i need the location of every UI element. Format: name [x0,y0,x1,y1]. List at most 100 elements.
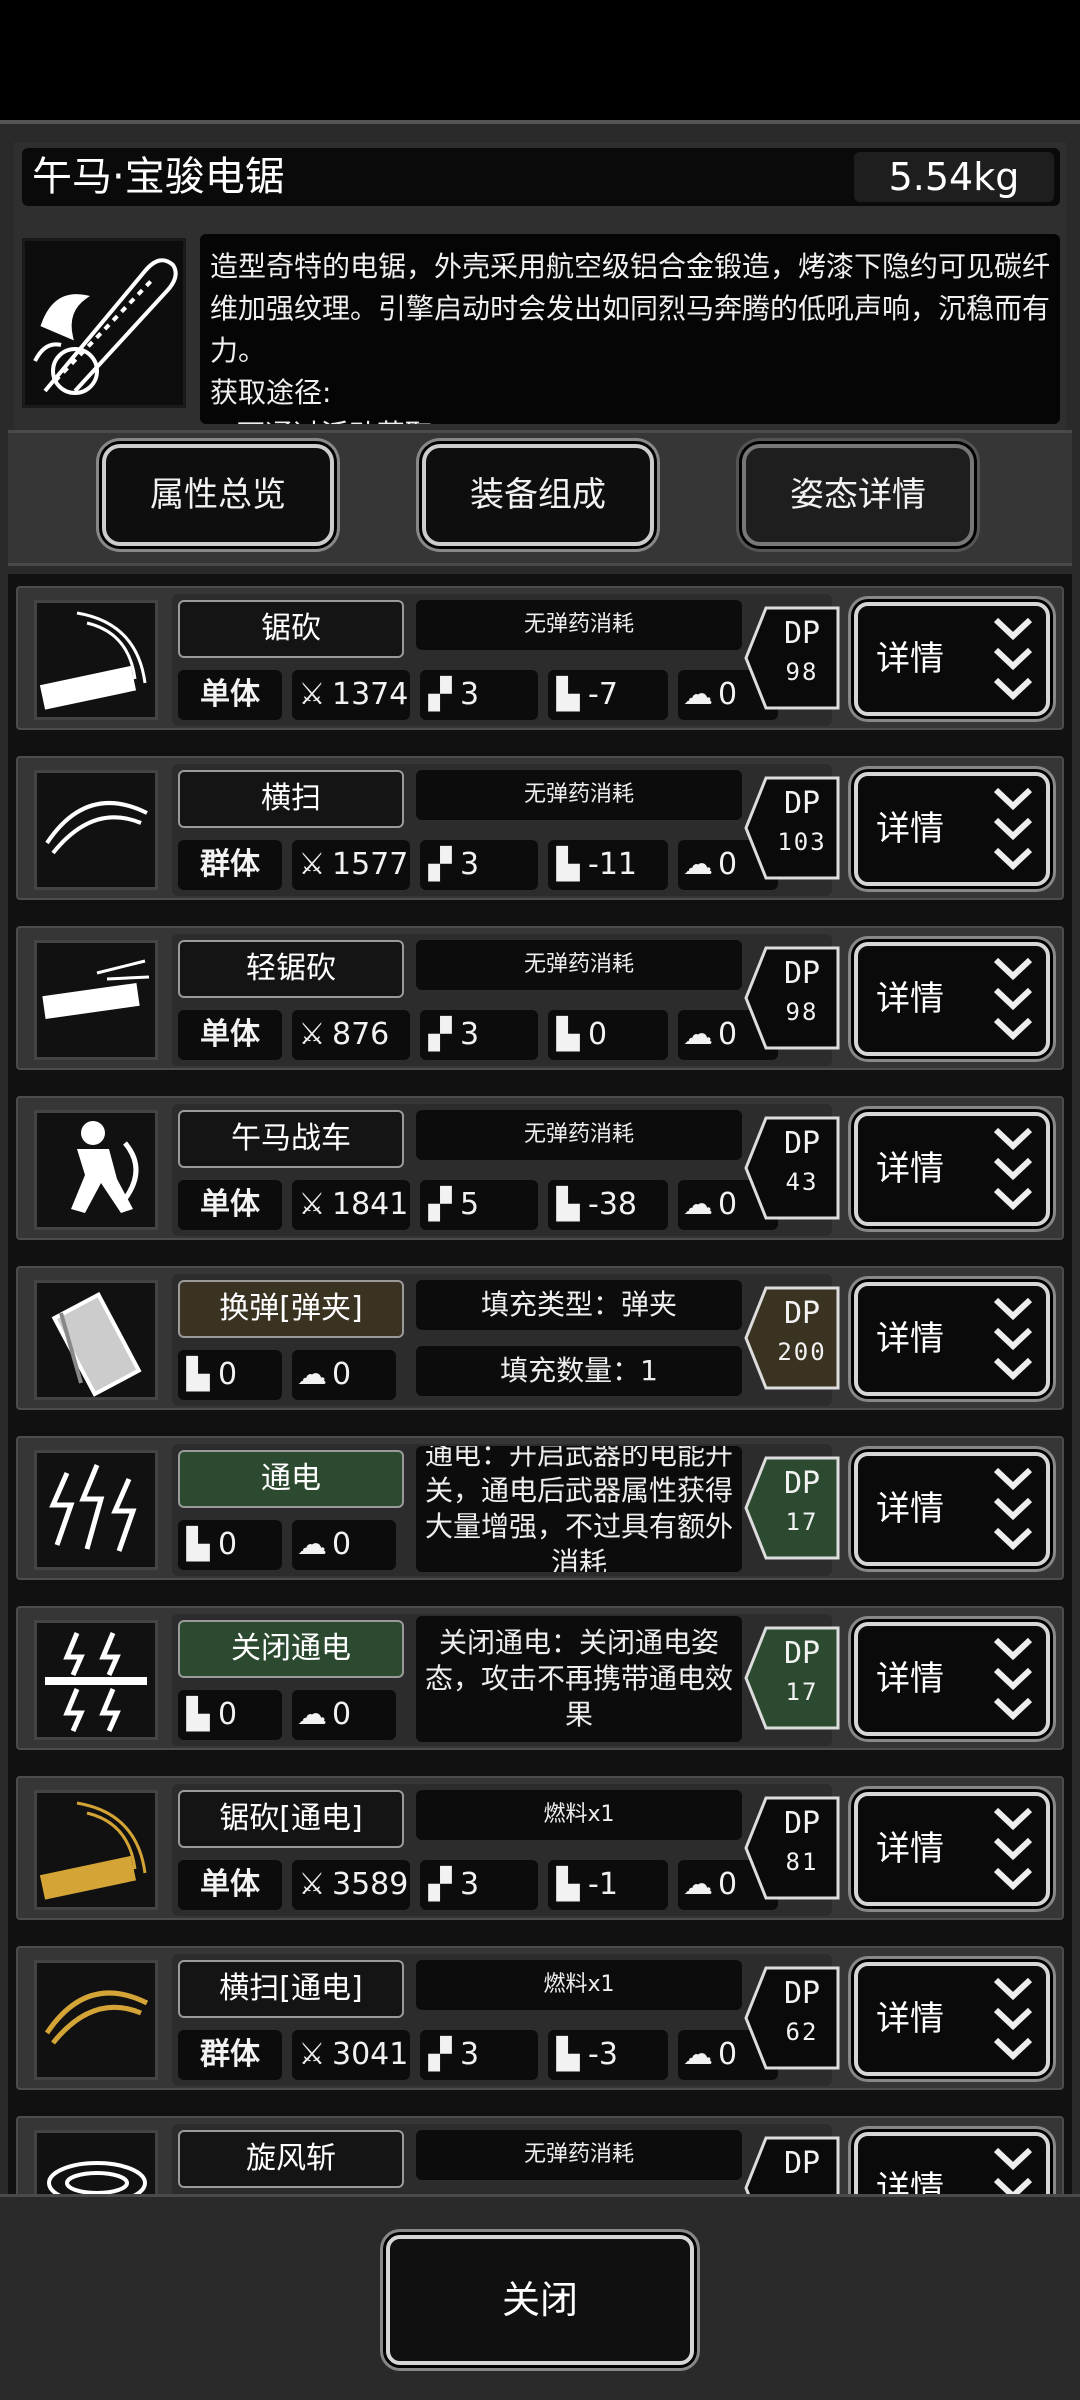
dp-value: 17 [785,1678,819,1706]
chainsaw-icon [22,238,186,408]
steps-icon: ▞ [428,677,452,712]
sweep-icon [34,770,158,890]
dp-badge: DP 17 [744,1626,840,1730]
weapon-description: 造型奇特的电锯，外壳采用航空级铝合金锻造，烤漆下隐约可见碳纤维加强纹理。引擎启动… [210,250,1051,367]
close-button[interactable]: 关闭 [386,2235,694,2365]
skill-name: 午马战车 [178,1110,404,1168]
detail-button[interactable]: 详情 [854,942,1050,1056]
boot-stat: ▙ -3 [548,2030,668,2080]
detail-button[interactable]: 详情 [854,1622,1050,1736]
boot-icon: ▙ [186,1697,210,1732]
detail-button[interactable]: 详情 [854,1452,1050,1566]
sword-icon: ⚔ [298,2037,326,2072]
speed-stat: ▞ 3 [420,1010,538,1060]
lightning-icon [34,1450,158,1570]
weapon-detail-panel: 午马·宝骏电锯 5.54kg 造型奇特的电锯，外壳采用航空级铝合金锻造，烤漆下隐… [0,120,1080,2400]
brain-stat: ☁ 0 [292,1690,396,1740]
power-off-icon [34,1620,158,1740]
boot-icon: ▙ [556,677,580,712]
speed-stat: ▞ 3 [420,670,538,720]
dp-value: 81 [785,1848,819,1876]
tab-stance-details[interactable]: 姿态详情 [742,444,974,546]
title-bar: 午马·宝骏电锯 5.54kg [22,148,1060,206]
light-saw-icon [34,940,158,1060]
boot-stat: ▙ -38 [548,1180,668,1230]
brain-icon: ☁ [683,2037,713,2072]
skill-info: 通电：开启武器的电能开关，通电后武器属性获得大量增强，不过具有额外消耗 [416,1446,742,1572]
attack-stat: ⚔ 3041 [292,2030,410,2080]
skill-info: 燃料x1 [416,1960,742,2010]
skill-name: 横扫[通电] [178,1960,404,2018]
boot-icon: ▙ [186,1527,210,1562]
chevron-down-icon [993,617,1033,701]
tab-equipment-composition[interactable]: 装备组成 [422,444,654,546]
speed-stat: ▞ 3 [420,840,538,890]
target-type: 群体 [178,2030,282,2080]
dp-value: 98 [785,658,819,686]
skill-name: 通电 [178,1450,404,1508]
sword-icon: ⚔ [298,847,326,882]
boot-icon: ▙ [556,1187,580,1222]
dp-value: 43 [785,1168,819,1196]
detail-button[interactable]: 详情 [854,602,1050,716]
chevron-down-icon [993,1637,1033,1721]
weapon-name: 午马·宝骏电锯 [32,154,285,200]
magazine-icon [34,1280,158,1400]
brain-icon: ☁ [683,1187,713,1222]
steps-icon: ▞ [428,847,452,882]
dp-badge: DP 17 [744,1456,840,1560]
dp-badge: DP 81 [744,1796,840,1900]
dp-value: 200 [777,1338,827,1366]
brain-stat: ☁ 0 [292,1520,396,1570]
skill-name: 轻锯砍 [178,940,404,998]
detail-button[interactable]: 详情 [854,1962,1050,2076]
skill-list[interactable]: 锯砍 无弹药消耗 单体 ⚔ 1374 ▞ 3 ▙ -7 ☁ 0 DP 98 详情 横扫 无… [8,574,1072,2194]
detail-button[interactable]: 详情 [854,772,1050,886]
skill-row: 横扫[通电] 燃料x1 群体 ⚔ 3041 ▞ 3 ▙ -3 ☁ 0 DP 62 详情 [16,1946,1064,2090]
skill-row: 锯砍[通电] 燃料x1 单体 ⚔ 3589 ▞ 3 ▙ -1 ☁ 0 DP 81 详情 [16,1776,1064,1920]
chevron-down-icon [993,2147,1033,2194]
brain-icon: ☁ [683,847,713,882]
dp-value: 103 [777,828,827,856]
skill-row: 关闭通电 关闭通电：关闭通电姿态，攻击不再携带通电效果 ▙ 0 ☁ 0 DP 17 详… [16,1606,1064,1750]
boot-stat: ▙ 0 [178,1350,282,1400]
chevron-down-icon [993,1127,1033,1211]
powered-sweep-icon [34,1960,158,2080]
skill-name: 横扫 [178,770,404,828]
steps-icon: ▞ [428,1017,452,1052]
detail-button[interactable]: 详情 [854,1792,1050,1906]
weapon-description-box[interactable]: 造型奇特的电锯，外壳采用航空级铝合金锻造，烤漆下隐约可见碳纤维加强纹理。引擎启动… [200,234,1060,424]
attack-stat: ⚔ 1841 [292,1180,410,1230]
detail-button[interactable]: 详情 [854,2132,1050,2194]
footer-bar: 关闭 [0,2194,1080,2400]
boot-icon: ▙ [556,847,580,882]
steps-icon: ▞ [428,2037,452,2072]
dp-badge: DP 200 [744,1286,840,1390]
chevron-down-icon [993,1467,1033,1551]
attack-stat: ⚔ 3589 [292,1860,410,1910]
brain-icon: ☁ [297,1357,327,1392]
obtain-label: 获取途径: [210,376,332,409]
dp-value: 17 [785,1508,819,1536]
skill-name: 换弹[弹夹] [178,1280,404,1338]
skill-row: 午马战车 无弹药消耗 单体 ⚔ 1841 ▞ 5 ▙ -38 ☁ 0 DP 43 详情 [16,1096,1064,1240]
charging-warrior-icon [34,1110,158,1230]
boot-icon: ▙ [556,2037,580,2072]
dp-value: 98 [785,998,819,1026]
skill-info: 无弹药消耗 [416,2130,742,2180]
detail-button[interactable]: 详情 [854,1112,1050,1226]
detail-button[interactable]: 详情 [854,1282,1050,1396]
steps-icon: ▞ [428,1187,452,1222]
boot-icon: ▙ [186,1357,210,1392]
tab-attribute-overview[interactable]: 属性总览 [102,444,334,546]
skill-info: 燃料x1 [416,1790,742,1840]
skill-info: 无弹药消耗 [416,940,742,990]
dp-badge: DP 98 [744,606,840,710]
chevron-down-icon [993,1977,1033,2061]
dp-badge: DP 98 [744,946,840,1050]
skill-info: 无弹药消耗 [416,600,742,650]
boot-stat: ▙ -1 [548,1860,668,1910]
skill-row: 旋风斩 无弹药消耗 DP 详情 [16,2116,1064,2194]
boot-stat: ▙ -11 [548,840,668,890]
boot-stat: ▙ 0 [548,1010,668,1060]
